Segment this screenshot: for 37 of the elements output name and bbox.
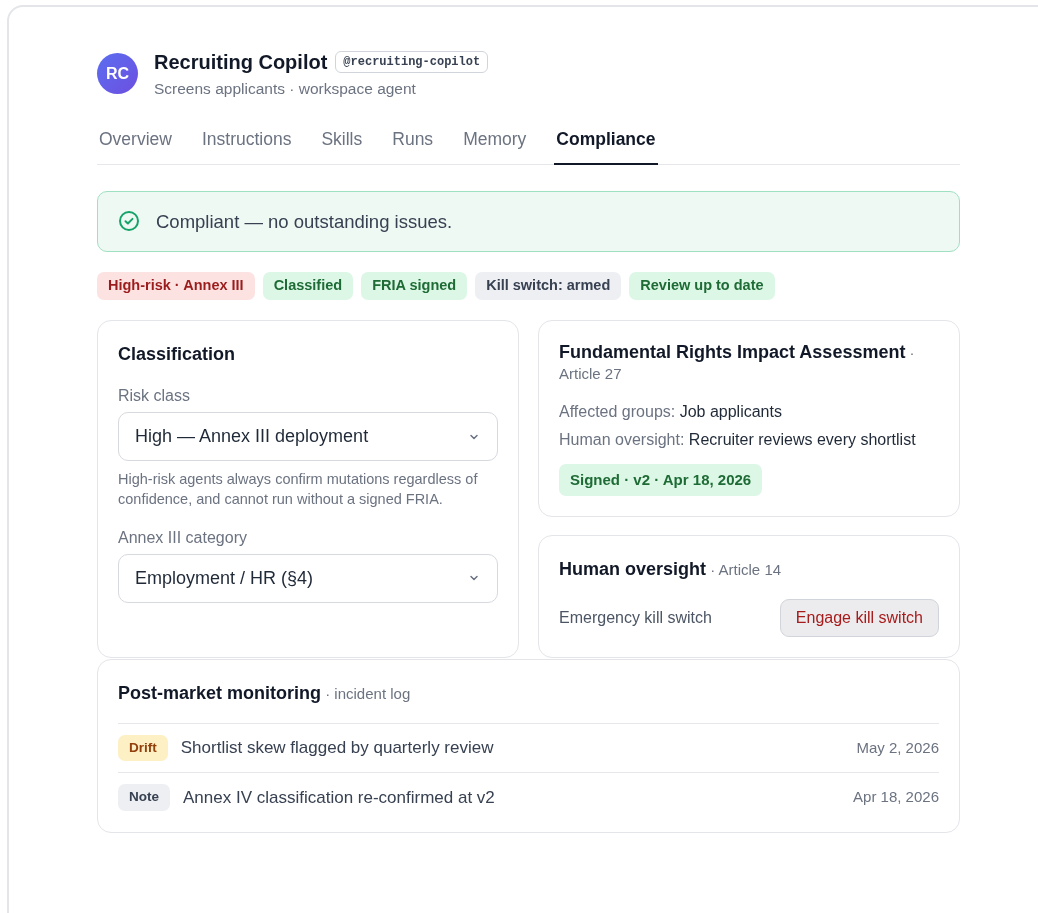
agent-subtitle: Screens applicants · workspace agent bbox=[154, 79, 417, 99]
tab[interactable]: Skills bbox=[319, 118, 365, 165]
card-title: Classification bbox=[118, 343, 237, 366]
incident-text: Annex IV classification re-confirmed at v2 bbox=[183, 786, 495, 809]
field-label: Risk class bbox=[118, 386, 191, 406]
card-title: Human oversight · Article 14 bbox=[559, 558, 783, 581]
tab[interactable]: Instructions bbox=[199, 118, 294, 165]
incident-text: Shortlist skew flagged by quarterly review bbox=[180, 737, 494, 760]
tab[interactable]: Overview bbox=[97, 118, 174, 165]
select-field[interactable]: High — Annex III deployment bbox=[118, 412, 498, 461]
agent-handle: @recruiting-copilot bbox=[335, 51, 489, 73]
status-tag: Review up to date bbox=[629, 272, 775, 300]
status-tag: Classified bbox=[262, 272, 354, 300]
banner-text: Compliant — no outstanding issues. bbox=[156, 209, 453, 234]
status-tag: Kill switch: armed bbox=[475, 272, 622, 300]
tab[interactable]: Memory bbox=[461, 118, 529, 165]
incident-date: Apr 18, 2026 bbox=[853, 787, 939, 808]
check-circle-icon bbox=[118, 210, 140, 233]
avatar: RC bbox=[97, 53, 138, 95]
status-tag: FRIA signed bbox=[361, 272, 468, 300]
status-tag: Signed · v2 · Apr 18, 2026 bbox=[559, 463, 763, 496]
card-title: Post-market monitoring · incident log bbox=[118, 682, 412, 705]
incident-tag: Drift bbox=[118, 735, 168, 762]
incident-tag: Note bbox=[118, 784, 170, 811]
incident-date: May 2, 2026 bbox=[856, 737, 939, 758]
setting-label: Emergency kill switch bbox=[559, 608, 712, 628]
status-tag: High-risk · Annex III bbox=[97, 272, 255, 300]
select-field[interactable]: Employment / HR (§4) bbox=[118, 553, 498, 603]
field-label: Annex III category bbox=[118, 527, 248, 548]
tab[interactable]: Runs bbox=[390, 118, 436, 165]
kill-switch-button[interactable]: Engage kill switch bbox=[779, 599, 939, 637]
help-text: High-risk agents always confirm mutations regardless of confidence, and cannot run without a signed FRIA. bbox=[118, 470, 479, 510]
fact-text: Affected groups: Job applicants bbox=[559, 401, 783, 422]
tab[interactable]: Compliance bbox=[554, 118, 658, 165]
agent-name: Recruiting Copilot bbox=[154, 50, 328, 75]
card-title: Fundamental Rights Impact Assessment · Article 27 bbox=[559, 341, 916, 384]
fact-text: Human oversight: Recruiter reviews every shortlist bbox=[559, 429, 917, 450]
